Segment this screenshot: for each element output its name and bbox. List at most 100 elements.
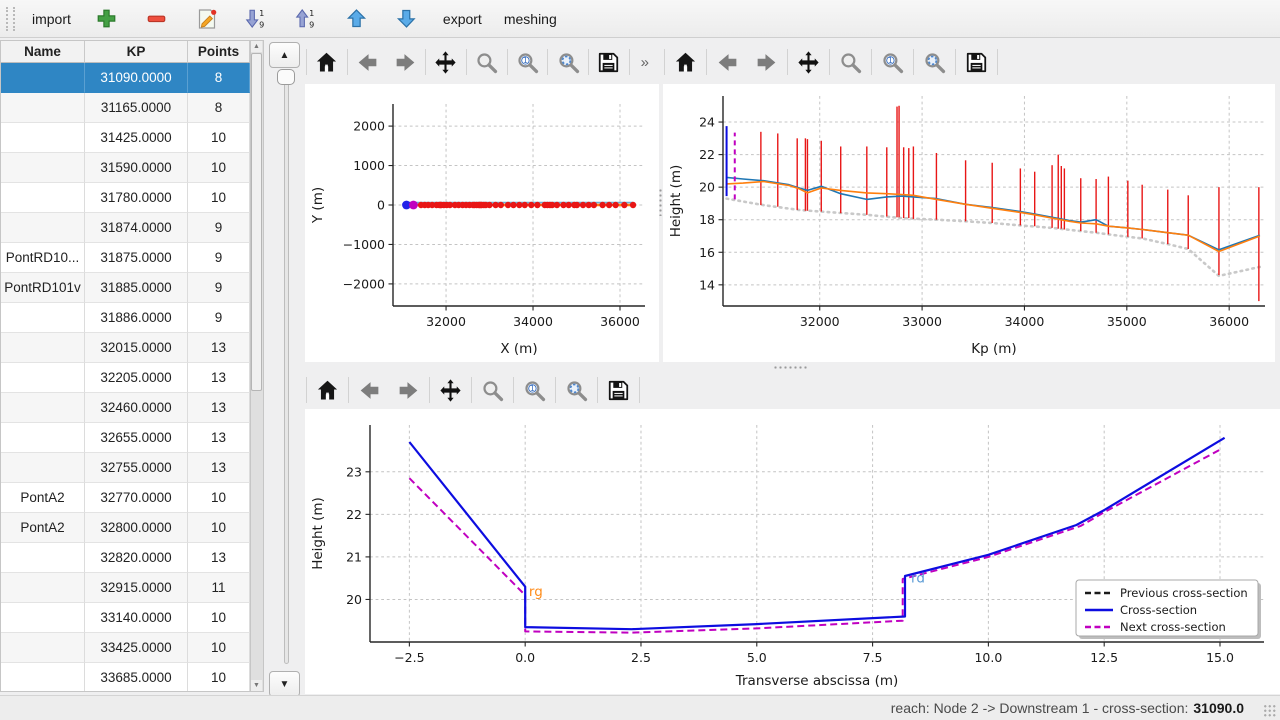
nav-down-button[interactable]: ▼: [269, 671, 300, 697]
pan-button[interactable]: [431, 372, 470, 408]
zoom-one-icon: 1: [515, 50, 540, 75]
table-row[interactable]: 32820.000013: [1, 543, 250, 573]
forward-button[interactable]: [747, 44, 786, 80]
toolbar-separator: [639, 377, 640, 403]
toolbar-separator: [664, 49, 665, 75]
svg-text:0: 0: [377, 198, 385, 213]
table-row[interactable]: PontA232770.000010: [1, 483, 250, 513]
cell-kp: 32460.0000: [85, 393, 188, 423]
svg-text:Previous cross-section: Previous cross-section: [1120, 586, 1248, 600]
table-row[interactable]: 31165.00008: [1, 93, 250, 123]
cell-name: [1, 333, 85, 363]
svg-text:34000: 34000: [1005, 314, 1045, 329]
table-row[interactable]: 32655.000013: [1, 423, 250, 453]
forward-button[interactable]: [386, 44, 424, 80]
forward-button[interactable]: [389, 372, 428, 408]
chevron-down-icon: ▼: [280, 679, 290, 690]
table-row[interactable]: 31425.000010: [1, 123, 250, 153]
home-button[interactable]: [308, 372, 347, 408]
arrow-up-icon: [345, 7, 368, 30]
save-button[interactable]: [599, 372, 638, 408]
sort-ascending-button[interactable]: 19: [284, 4, 330, 34]
sort-descending-button[interactable]: 19: [234, 4, 280, 34]
home-button[interactable]: [666, 44, 705, 80]
zoom-fit-button[interactable]: [557, 372, 596, 408]
cell-points: 13: [188, 453, 250, 483]
cell-kp: 32800.0000: [85, 513, 188, 543]
table-row[interactable]: 33140.000010: [1, 603, 250, 633]
table-row[interactable]: 32915.000011: [1, 573, 250, 603]
svg-text:9: 9: [310, 20, 315, 30]
move-up-button[interactable]: [334, 4, 380, 34]
meshing-button[interactable]: meshing: [495, 4, 566, 34]
scrollbar-up-icon[interactable]: ▲: [251, 41, 262, 52]
zoom-button[interactable]: [473, 372, 512, 408]
table-row[interactable]: 32205.000013: [1, 363, 250, 393]
table-row[interactable]: 31590.000010: [1, 153, 250, 183]
nav-slider-handle[interactable]: [277, 69, 295, 85]
cell-points: 10: [188, 123, 250, 153]
table-row[interactable]: 31090.00008: [1, 63, 250, 93]
table-row[interactable]: PontRD101v31885.00009: [1, 273, 250, 303]
column-header-kp[interactable]: KP: [85, 41, 188, 63]
profile-plot-toolbar: 1: [663, 42, 1275, 82]
status-reach-label: reach: Node 2 -> Downstream 1 - cross-se…: [891, 700, 1189, 716]
toolbar-separator: [306, 377, 307, 403]
column-header-name[interactable]: Name: [1, 41, 85, 63]
move-down-button[interactable]: [384, 4, 430, 34]
horizontal-splitter-handle[interactable]: [773, 365, 807, 370]
toolbar-separator: [507, 49, 508, 75]
back-button[interactable]: [708, 44, 747, 80]
pan-button[interactable]: [789, 44, 828, 80]
zoom-one-button[interactable]: 1: [509, 44, 547, 80]
cell-points: 13: [188, 333, 250, 363]
nav-up-button[interactable]: ▲: [269, 42, 300, 68]
cell-points: 10: [188, 663, 250, 692]
zoom-fit-button[interactable]: [915, 44, 954, 80]
import-button[interactable]: import: [23, 4, 80, 34]
cell-kp: 31780.0000: [85, 183, 188, 213]
vertical-splitter-handle[interactable]: [658, 188, 663, 216]
cell-kp: 31874.0000: [85, 213, 188, 243]
table-row[interactable]: PontRD10...31875.00009: [1, 243, 250, 273]
table-row[interactable]: 32015.000013: [1, 333, 250, 363]
longitudinal-profile-chart[interactable]: 3200033000340003500036000141618202224Kp …: [663, 84, 1275, 362]
zoom-fit-button[interactable]: [549, 44, 587, 80]
plan-view-chart[interactable]: 320003400036000−2000−1000010002000X (m)Y…: [305, 84, 659, 362]
cell-name: [1, 543, 85, 573]
zoom-button[interactable]: [468, 44, 506, 80]
edit-button[interactable]: [184, 4, 230, 34]
remove-button[interactable]: [134, 4, 180, 34]
table-row[interactable]: 31780.000010: [1, 183, 250, 213]
cross-section-chart[interactable]: −2.50.02.55.07.510.012.515.020212223Tran…: [305, 409, 1280, 694]
back-button[interactable]: [350, 372, 389, 408]
zoom-one-button[interactable]: 1: [873, 44, 912, 80]
export-button[interactable]: export: [434, 4, 491, 34]
add-button[interactable]: [84, 4, 130, 34]
table-row[interactable]: 32755.000013: [1, 453, 250, 483]
toolbar-grip[interactable]: [6, 7, 15, 31]
table-row[interactable]: 33425.000010: [1, 633, 250, 663]
table-row[interactable]: 33685.000010: [1, 663, 250, 692]
pan-button[interactable]: [427, 44, 465, 80]
table-row[interactable]: 32460.000013: [1, 393, 250, 423]
nav-slider-track[interactable]: [284, 72, 289, 664]
table-row[interactable]: PontA232800.000010: [1, 513, 250, 543]
table-row[interactable]: 31874.00009: [1, 213, 250, 243]
save-button[interactable]: [590, 44, 628, 80]
window-resize-grip[interactable]: [1263, 704, 1276, 717]
table-row[interactable]: 31886.00009: [1, 303, 250, 333]
svg-text:1: 1: [310, 8, 315, 18]
cell-name: [1, 453, 85, 483]
table-scrollbar[interactable]: ▲ ▼: [251, 40, 264, 692]
column-header-points[interactable]: Points: [188, 41, 250, 63]
home-button[interactable]: [308, 44, 346, 80]
zoom-button[interactable]: [831, 44, 870, 80]
scrollbar-handle[interactable]: [251, 53, 262, 391]
back-button[interactable]: [349, 44, 387, 80]
scrollbar-down-icon[interactable]: ▼: [251, 680, 262, 691]
toolbar-overflow-button[interactable]: »: [631, 54, 659, 71]
save-button[interactable]: [957, 44, 996, 80]
zoom-one-button[interactable]: 1: [515, 372, 554, 408]
cell-points: 9: [188, 213, 250, 243]
